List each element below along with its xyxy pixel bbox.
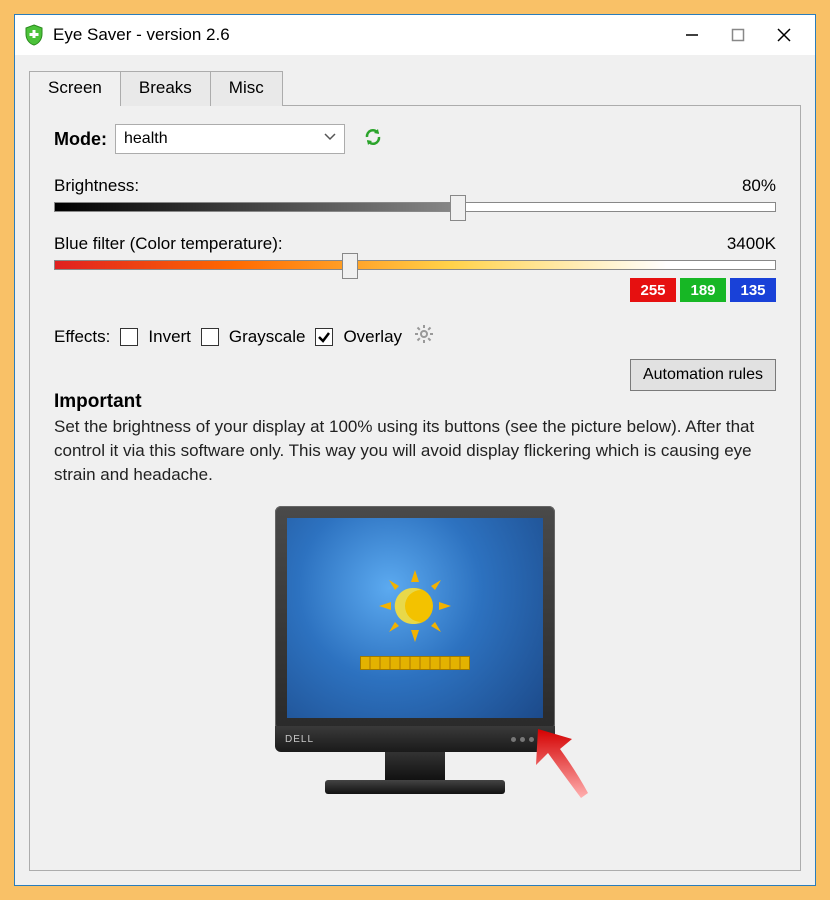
invert-checkbox[interactable]: [120, 328, 138, 346]
gear-icon[interactable]: [414, 324, 434, 349]
overlay-label: Overlay: [343, 327, 402, 347]
brightness-label: Brightness:: [54, 176, 139, 196]
sun-moon-icon: [375, 566, 455, 646]
rgb-readout: 255 189 135: [54, 278, 776, 302]
tab-strip: Screen Breaks Misc: [29, 71, 801, 106]
bluefilter-block: Blue filter (Color temperature): 3400K 2…: [54, 234, 776, 302]
tab-label: Misc: [229, 78, 264, 97]
brightness-block: Brightness: 80%: [54, 176, 776, 212]
overlay-checkbox[interactable]: [315, 328, 333, 346]
button-label: Automation rules: [643, 366, 763, 383]
mode-row: Mode: health: [54, 124, 776, 154]
rgb-blue: 135: [730, 278, 776, 302]
grayscale-checkbox[interactable]: [201, 328, 219, 346]
important-body: Set the brightness of your display at 10…: [54, 415, 776, 486]
invert-label: Invert: [148, 327, 191, 347]
client-area: Screen Breaks Misc Mode: health: [15, 55, 815, 885]
maximize-button[interactable]: [715, 19, 761, 51]
brightness-handle[interactable]: [450, 195, 466, 221]
bluefilter-value: 3400K: [727, 234, 776, 254]
bluefilter-slider[interactable]: [54, 260, 776, 270]
brightness-value: 80%: [742, 176, 776, 196]
window-title: Eye Saver - version 2.6: [53, 25, 669, 45]
monitor-illustration: DELL: [54, 506, 776, 794]
refresh-icon[interactable]: [363, 127, 383, 152]
grayscale-label: Grayscale: [229, 327, 306, 347]
monitor-brand: DELL: [285, 734, 314, 745]
app-shield-icon: [23, 24, 45, 46]
important-block: Important Set the brightness of your dis…: [54, 391, 776, 486]
monitor-osd-bar: [360, 656, 470, 670]
monitor-bezel-bottom: DELL: [275, 726, 555, 752]
app-window: Eye Saver - version 2.6 Screen Breaks Mi…: [14, 14, 816, 886]
tab-label: Screen: [48, 78, 102, 97]
effects-row: Effects: Invert Grayscale Overlay: [54, 324, 776, 349]
tab-breaks[interactable]: Breaks: [120, 71, 211, 106]
bluefilter-handle[interactable]: [342, 253, 358, 279]
bluefilter-fill: [55, 261, 775, 269]
monitor-screen: [287, 518, 543, 718]
brightness-fill: [55, 203, 458, 211]
mode-value: health: [124, 130, 168, 148]
minimize-button[interactable]: [669, 19, 715, 51]
automation-rules-button[interactable]: Automation rules: [630, 359, 776, 391]
tab-misc[interactable]: Misc: [210, 71, 283, 106]
important-title: Important: [54, 391, 776, 413]
brightness-slider[interactable]: [54, 202, 776, 212]
rgb-green: 189: [680, 278, 726, 302]
tab-panel: Mode: health: [29, 105, 801, 871]
tab-label: Breaks: [139, 78, 192, 97]
bluefilter-label: Blue filter (Color temperature):: [54, 234, 283, 254]
mode-label: Mode:: [54, 129, 107, 150]
tab-screen[interactable]: Screen: [29, 71, 121, 106]
red-arrow-icon: [526, 723, 596, 808]
mode-select[interactable]: health: [115, 124, 345, 154]
titlebar: Eye Saver - version 2.6: [15, 15, 815, 55]
chevron-down-icon: [324, 130, 336, 148]
rgb-red: 255: [630, 278, 676, 302]
effects-label: Effects:: [54, 327, 110, 347]
close-button[interactable]: [761, 19, 807, 51]
